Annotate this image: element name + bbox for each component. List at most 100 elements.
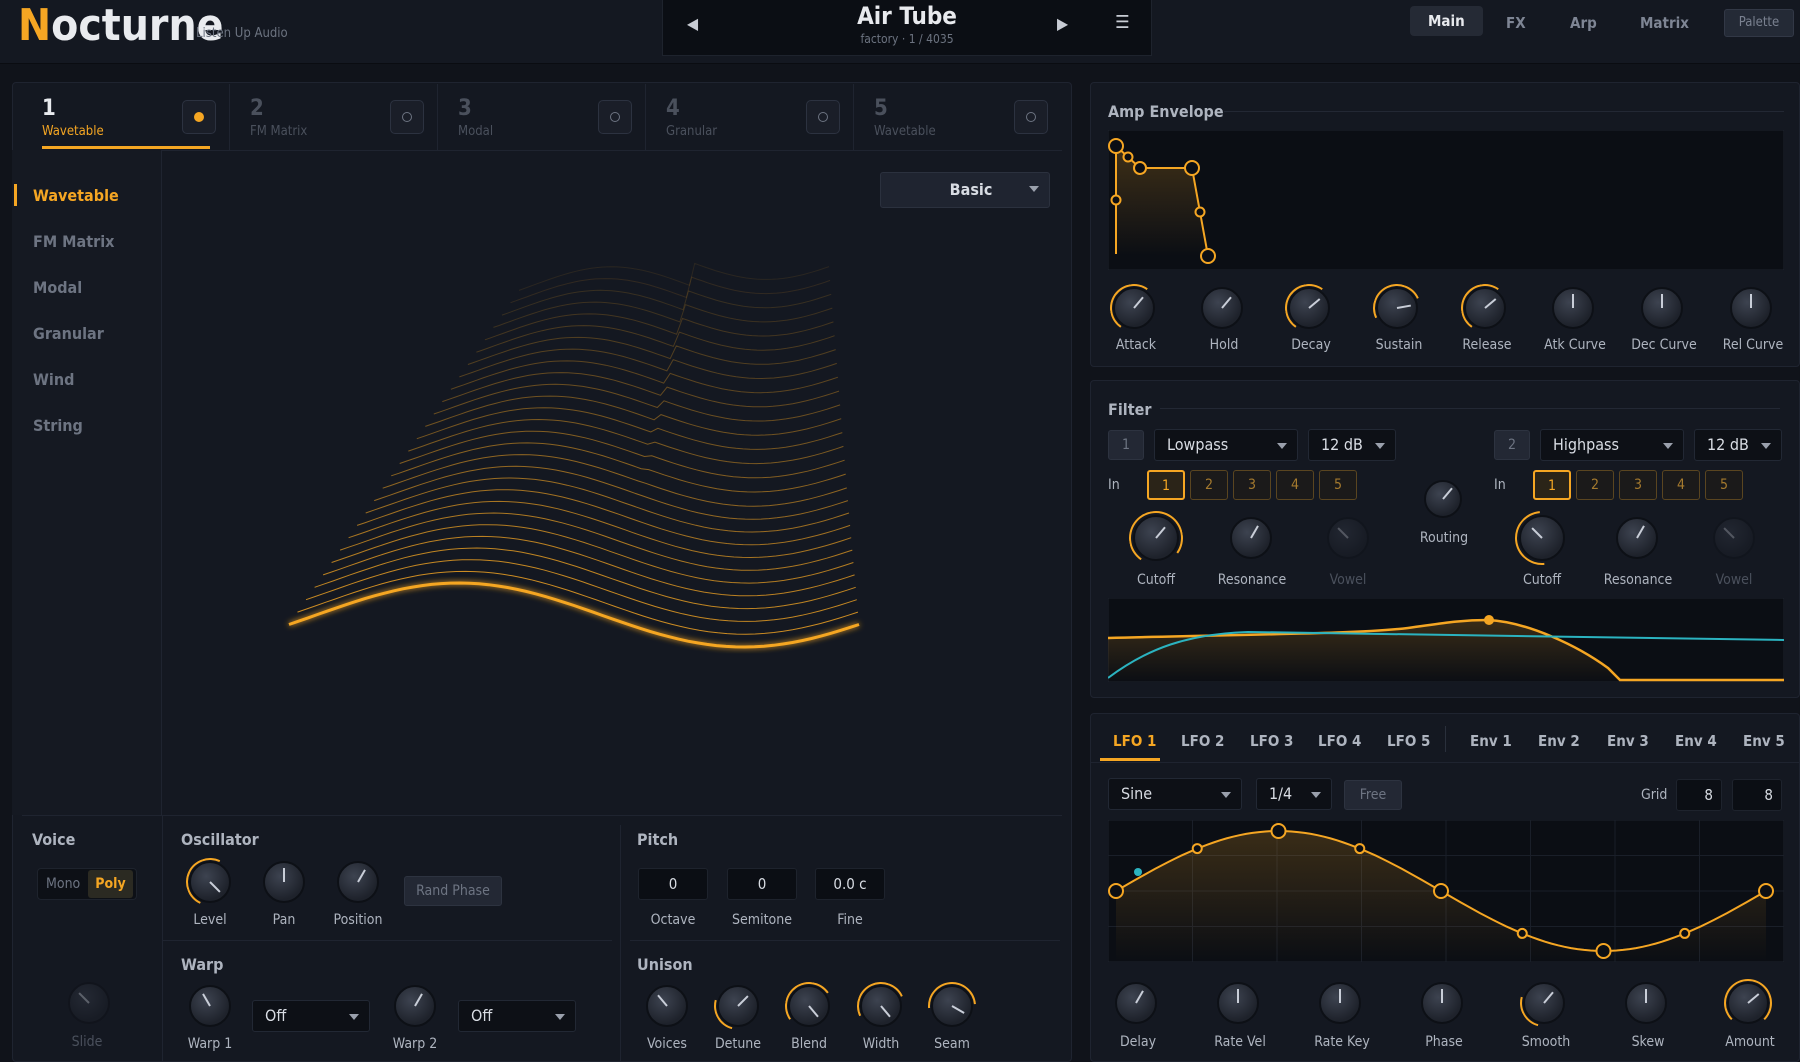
amp-attack-knob[interactable] [1113,287,1155,329]
tab-fx[interactable]: FX [1506,14,1526,32]
filter1-vowel-knob[interactable] [1327,517,1369,559]
lfo-shape-dropdown[interactable]: Sine [1108,778,1242,810]
mod-tab-lfo-4[interactable]: LFO 4 [1318,732,1361,750]
lfo-shape-editor[interactable] [1108,820,1784,962]
mod-tab-lfo-2[interactable]: LFO 2 [1181,732,1224,750]
osc-enable-toggle[interactable] [390,100,424,134]
mod-tab-env-3[interactable]: Env 3 [1607,732,1649,750]
sidebar-item-granular[interactable]: Granular [33,324,104,343]
blend-knob[interactable] [788,985,830,1027]
filter2-cutoff-knob[interactable] [1519,515,1565,561]
pan-knob[interactable] [263,861,305,903]
mod-tab-env-1[interactable]: Env 1 [1470,732,1512,750]
osc-tab-5[interactable]: 5 Wavetable [854,84,1062,150]
amp-envelope-graph[interactable] [1108,130,1784,270]
filter1-input-1[interactable]: 1 [1147,470,1185,500]
osc-tab-2[interactable]: 2 FM Matrix [230,84,438,150]
warp2-mode-dropdown[interactable]: Off [458,1000,576,1032]
amp-decay-knob[interactable] [1288,287,1330,329]
filter1-resonance-knob[interactable] [1230,517,1272,559]
filter2-resonance-knob[interactable] [1616,517,1658,559]
filter1-slope-dropdown[interactable]: 12 dB [1308,429,1396,461]
amp-sustain-knob[interactable] [1376,287,1418,329]
sidebar-item-string[interactable]: String [33,416,83,435]
position-knob[interactable] [337,861,379,903]
lfo-node[interactable] [1270,823,1287,839]
warp2-knob[interactable] [394,985,436,1027]
tab-arp[interactable]: Arp [1570,14,1597,32]
tab-main[interactable]: Main [1410,6,1483,36]
filter1-cutoff-knob[interactable] [1133,515,1179,561]
lfo-free-toggle[interactable]: Free [1344,780,1402,810]
osc-enable-toggle[interactable] [598,100,632,134]
lfo-rate-dropdown[interactable]: 1/4 [1256,778,1332,810]
slide-knob[interactable] [68,982,110,1024]
mod-tab-lfo-5[interactable]: LFO 5 [1387,732,1430,750]
detune-knob[interactable] [717,985,759,1027]
lfo-node[interactable] [1354,843,1366,855]
filter1-input-5[interactable]: 5 [1319,470,1357,500]
lfo-node[interactable] [1433,883,1449,899]
warp1-knob[interactable] [189,985,231,1027]
seam-knob[interactable] [931,985,973,1027]
amp-atk-curve-knob[interactable] [1552,287,1594,329]
filter1-type-dropdown[interactable]: Lowpass [1154,429,1298,461]
poly-option[interactable]: Poly [88,870,133,898]
osc-tab-3[interactable]: 3 Modal [438,84,646,150]
grid-x-field[interactable]: 8 [1676,779,1722,811]
mono-option[interactable]: Mono [46,876,80,892]
preset-menu-icon[interactable]: ☰ [1115,12,1130,33]
mod-delay-knob[interactable] [1115,982,1157,1024]
wavetable-preset-dropdown[interactable]: Basic [880,172,1050,208]
mod-tab-env-5[interactable]: Env 5 [1743,732,1785,750]
filter2-input-1[interactable]: 1 [1533,470,1571,500]
osc-tab-1[interactable]: 1 Wavetable [22,84,230,150]
filter1-enable[interactable]: 1 [1108,430,1144,460]
filter2-enable[interactable]: 2 [1494,430,1530,460]
amp-release-knob[interactable] [1464,287,1506,329]
mod-tab-lfo-1[interactable]: LFO 1 [1113,732,1156,750]
palette-button[interactable]: Palette [1724,9,1794,37]
filter1-input-3[interactable]: 3 [1233,470,1271,500]
fine-field[interactable]: 0.0 c [815,868,885,900]
osc-tab-4[interactable]: 4 Granular [646,84,854,150]
mod-rate-key-knob[interactable] [1319,982,1361,1024]
sidebar-item-fm-matrix[interactable]: FM Matrix [33,232,114,251]
filter2-input-2[interactable]: 2 [1576,470,1614,500]
lfo-node[interactable] [1679,927,1691,939]
filter2-slope-dropdown[interactable]: 12 dB [1694,429,1782,461]
mod-smooth-knob[interactable] [1523,982,1565,1024]
filter2-input-4[interactable]: 4 [1662,470,1700,500]
voices-knob[interactable] [646,985,688,1027]
lfo-node[interactable] [1516,927,1528,939]
amp-dec-curve-knob[interactable] [1641,287,1683,329]
sidebar-item-wavetable[interactable]: Wavetable [33,186,119,205]
filter2-vowel-knob[interactable] [1713,517,1755,559]
mod-amount-knob[interactable] [1727,982,1769,1024]
filter-response-graph[interactable] [1108,598,1784,682]
mod-skew-knob[interactable] [1625,982,1667,1024]
tab-matrix[interactable]: Matrix [1640,14,1689,32]
filter1-input-4[interactable]: 4 [1276,470,1314,500]
lfo-node[interactable] [1758,883,1774,899]
filter1-input-2[interactable]: 2 [1190,470,1228,500]
mod-rate-vel-knob[interactable] [1217,982,1259,1024]
osc-enable-toggle[interactable] [1014,100,1048,134]
mod-phase-knob[interactable] [1421,982,1463,1024]
wavetable-3d-display[interactable] [162,215,1067,810]
rand-phase-button[interactable]: Rand Phase [404,876,502,906]
mod-tab-env-2[interactable]: Env 2 [1538,732,1580,750]
level-knob[interactable] [189,861,231,903]
lfo-node[interactable] [1595,943,1612,959]
octave-field[interactable]: 0 [638,868,708,900]
warp1-mode-dropdown[interactable]: Off [252,1000,370,1032]
width-knob[interactable] [860,985,902,1027]
next-preset-button[interactable]: ▶ [1057,14,1068,33]
filter2-type-dropdown[interactable]: Highpass [1540,429,1684,461]
amp-rel-curve-knob[interactable] [1730,287,1772,329]
filter2-input-5[interactable]: 5 [1705,470,1743,500]
grid-y-field[interactable]: 8 [1732,779,1782,811]
osc-enable-toggle[interactable] [806,100,840,134]
mod-tab-env-4[interactable]: Env 4 [1675,732,1717,750]
lfo-node[interactable] [1191,843,1203,855]
